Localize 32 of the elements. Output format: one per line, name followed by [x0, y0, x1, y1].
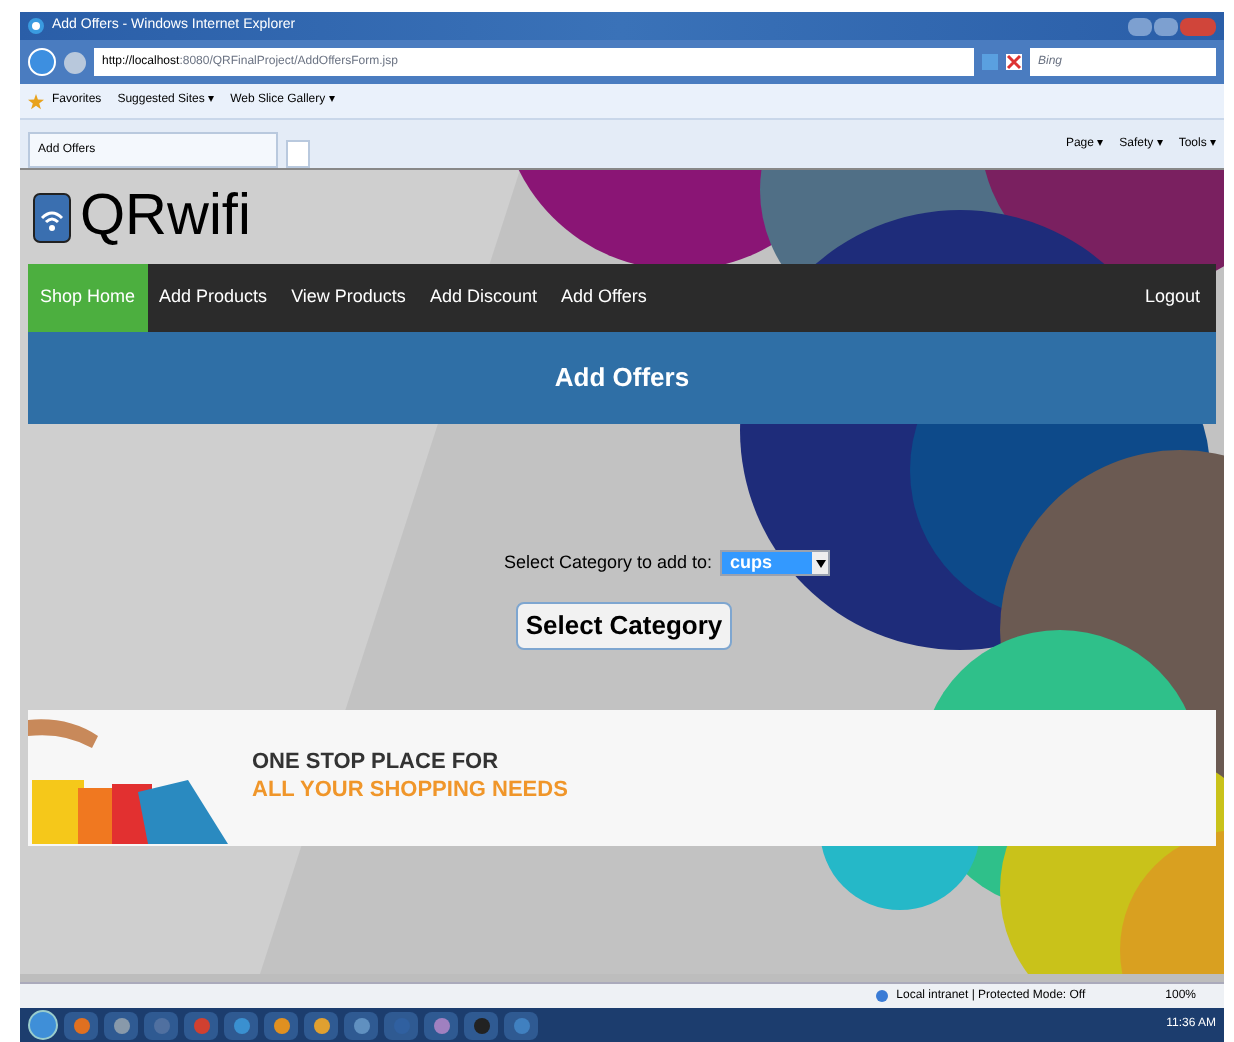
nav-link[interactable]: Add Discount [417, 264, 549, 332]
taskbar-app-icon[interactable] [424, 1011, 458, 1039]
taskbar-app-icon[interactable] [264, 1011, 298, 1039]
taskbar-app-icon[interactable] [344, 1011, 378, 1039]
wifi-phone-icon [32, 191, 72, 243]
back-button[interactable] [28, 48, 56, 76]
taskbar-app-icon[interactable] [224, 1011, 258, 1039]
nav-link[interactable]: Add Offers [548, 264, 659, 332]
new-tab-button[interactable] [286, 140, 310, 168]
close-icon[interactable] [1006, 54, 1022, 70]
nav-link[interactable]: View Products [279, 264, 418, 332]
taskbar-app-icon[interactable] [64, 1011, 98, 1039]
page-heading: Add Offers [554, 360, 690, 397]
select-category-button[interactable]: Select Category [515, 601, 733, 649]
forward-button[interactable] [64, 51, 86, 73]
taskbar-app-icon[interactable] [184, 1011, 218, 1039]
taskbar-app-icon[interactable] [304, 1011, 338, 1039]
nav-link[interactable]: Add Products [147, 264, 280, 332]
close-button[interactable] [1180, 17, 1216, 35]
taskbar-app-icon[interactable] [144, 1011, 178, 1039]
taskbar-app-icon[interactable] [464, 1011, 498, 1039]
start-button[interactable] [28, 1010, 58, 1040]
banner-tagline: ALL YOUR SHOPPING NEEDS [252, 777, 568, 805]
taskbar-app-icon[interactable] [104, 1011, 138, 1039]
banner-headline: ONE STOP PLACE FOR [252, 749, 501, 777]
taskbar-app-icon[interactable] [504, 1011, 538, 1039]
maximize-button[interactable] [1154, 17, 1178, 35]
minimize-button[interactable] [1128, 17, 1152, 35]
field-label: Select Category to add to: [503, 550, 713, 576]
logout-link[interactable]: Logout [1128, 264, 1216, 332]
site-logo[interactable]: QRwifi [80, 188, 251, 246]
star-icon [28, 93, 44, 109]
